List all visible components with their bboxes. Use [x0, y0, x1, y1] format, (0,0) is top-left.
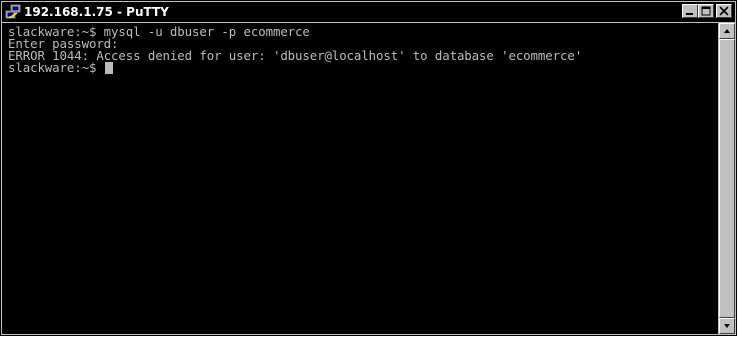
arrow-down-icon: [724, 324, 730, 328]
scroll-up-button[interactable]: [719, 23, 735, 39]
maximize-icon: [701, 6, 711, 16]
terminal-screen[interactable]: slackware:~$ mysql -u dbuser -p ecommerc…: [2, 23, 718, 334]
vertical-scrollbar[interactable]: [719, 23, 735, 334]
title-bar[interactable]: 192.168.1.75 - PuTTY: [2, 2, 735, 22]
close-icon: [719, 6, 729, 16]
maximize-button[interactable]: [698, 4, 714, 18]
scrollbar-thumb[interactable]: [719, 39, 735, 318]
window-title: 192.168.1.75 - PuTTY: [24, 5, 169, 19]
minimize-icon: [686, 13, 693, 15]
scroll-down-button[interactable]: [719, 318, 735, 334]
terminal-prompt: slackware:~$: [8, 60, 104, 75]
putty-icon: [5, 4, 21, 20]
close-button[interactable]: [716, 4, 732, 18]
text-cursor: [104, 62, 113, 74]
putty-window: 192.168.1.75 - PuTTY slackware:~$ mysql …: [0, 0, 737, 336]
terminal-prompt-line: slackware:~$: [8, 60, 113, 75]
minimize-button[interactable]: [682, 4, 698, 18]
arrow-up-icon: [724, 29, 730, 33]
